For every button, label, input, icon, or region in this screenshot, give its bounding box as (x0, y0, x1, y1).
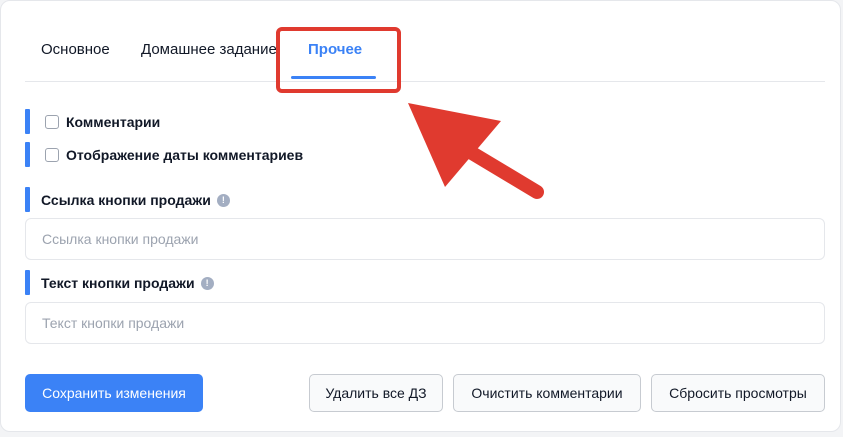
sale-link-input[interactable] (25, 218, 825, 260)
clear-comments-button[interactable]: Очистить комментарии (453, 374, 641, 412)
sale-link-label-text: Ссылка кнопки продажи (41, 192, 211, 208)
settings-card: Основное Домашнее задание Прочее Коммент… (0, 0, 841, 432)
field-accent-bar (25, 270, 30, 295)
field-accent-bar (25, 187, 30, 212)
comments-checkbox-label: Комментарии (66, 114, 161, 130)
annotation-highlight-box (276, 27, 401, 93)
checkbox-accent-bar (25, 109, 30, 134)
comment-date-checkbox[interactable] (45, 148, 59, 162)
comment-date-checkbox-row[interactable]: Отображение даты комментариев (45, 147, 303, 163)
tab-homework[interactable]: Домашнее задание (141, 41, 277, 58)
save-changes-button[interactable]: Сохранить изменения (25, 374, 203, 412)
comments-checkbox-row[interactable]: Комментарии (45, 114, 160, 130)
checkbox-accent-bar (25, 142, 30, 167)
delete-all-homework-button[interactable]: Удалить все ДЗ (309, 374, 443, 412)
comments-checkbox[interactable] (45, 115, 59, 129)
annotation-arrow-icon (408, 103, 544, 199)
tab-main[interactable]: Основное (41, 41, 110, 58)
sale-text-input[interactable] (25, 302, 825, 344)
comment-date-checkbox-label: Отображение даты комментариев (66, 147, 304, 163)
info-icon[interactable]: ! (216, 193, 230, 207)
sale-link-label: Ссылка кнопки продажи ! (41, 192, 230, 208)
info-icon[interactable]: ! (200, 276, 214, 290)
sale-text-label: Текст кнопки продажи ! (41, 275, 214, 291)
tab-bar: Основное Домашнее задание Прочее (25, 25, 825, 82)
reset-views-button[interactable]: Сбросить просмотры (651, 374, 825, 412)
sale-text-label-text: Текст кнопки продажи (41, 275, 195, 291)
